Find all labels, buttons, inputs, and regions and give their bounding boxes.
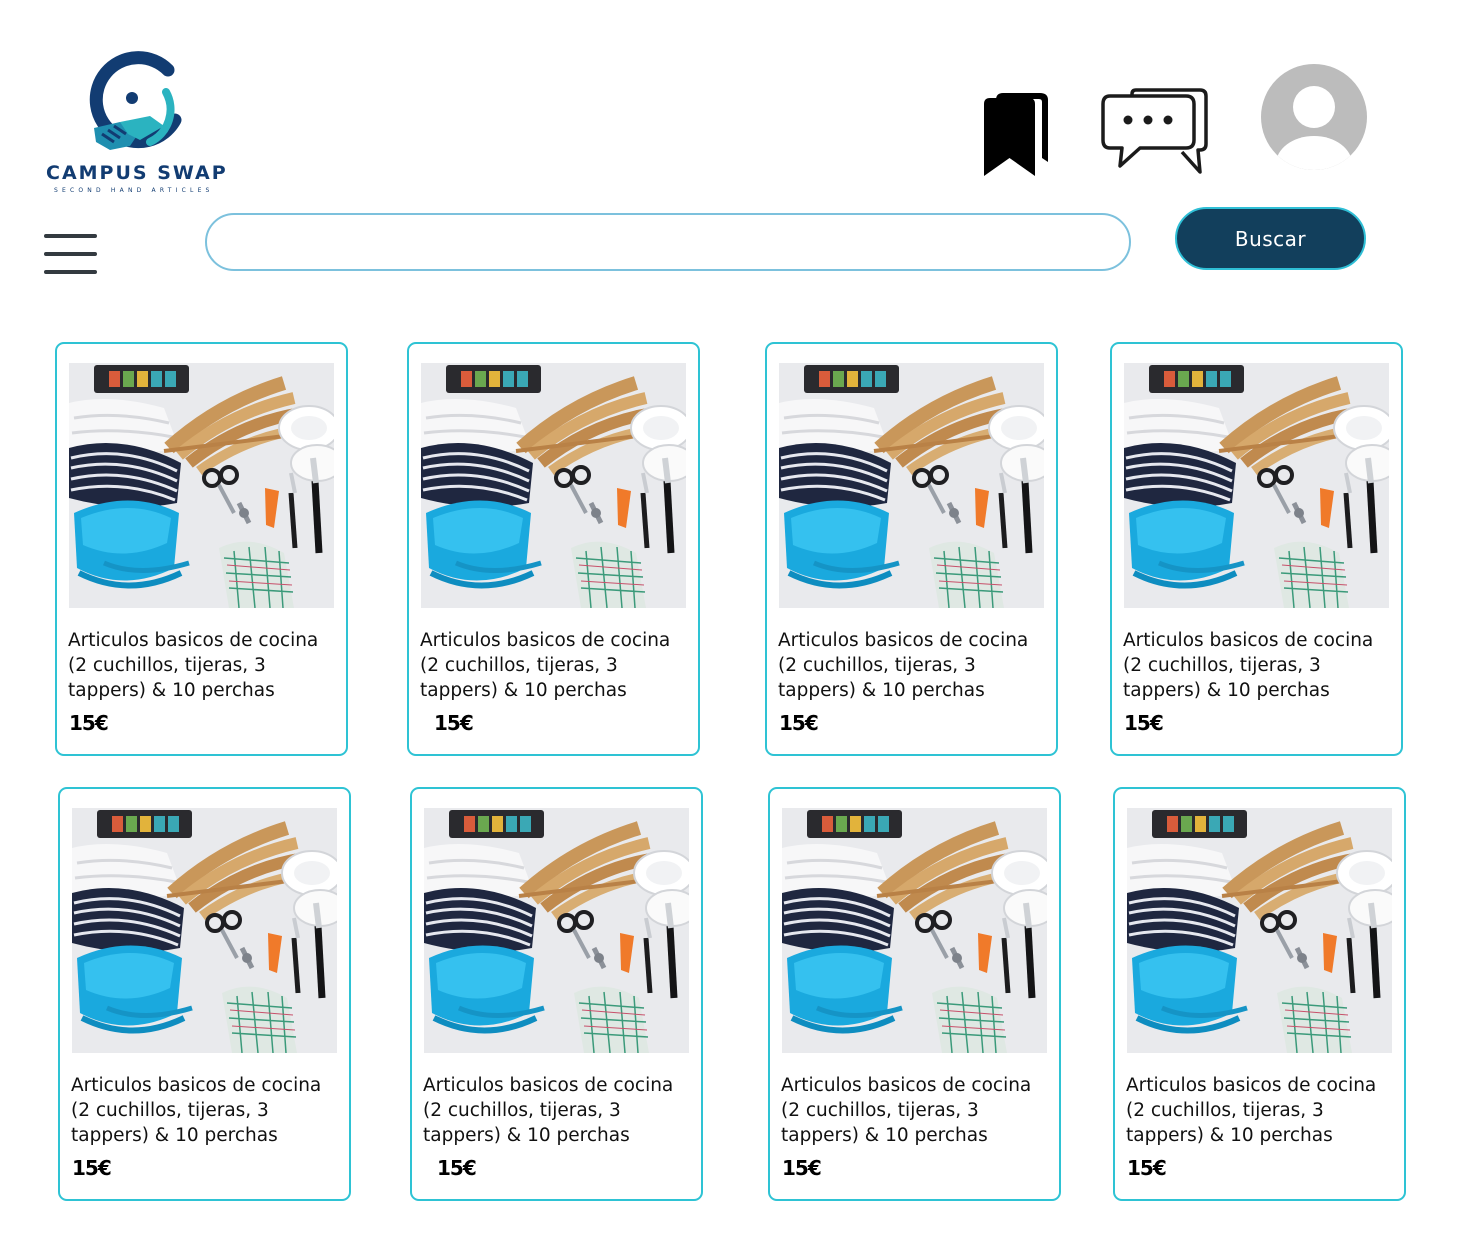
product-title: Articulos basicos de cocina (2 cuchillos…	[781, 1075, 1032, 1146]
product-card[interactable]: Articulos basicos de cocina (2 cuchillos…	[410, 787, 703, 1201]
product-image	[782, 808, 1047, 1053]
product-title: Articulos basicos de cocina (2 cuchillos…	[1126, 1075, 1377, 1146]
product-title: Articulos basicos de cocina (2 cuchillos…	[420, 630, 671, 701]
product-card[interactable]: Articulos basicos de cocina (2 cuchillos…	[58, 787, 351, 1201]
product-title: Articulos basicos de cocina (2 cuchillos…	[423, 1075, 674, 1146]
search-button[interactable]: Buscar	[1175, 207, 1366, 270]
product-price: 15€	[1124, 711, 1164, 735]
product-title: Articulos basicos de cocina (2 cuchillos…	[778, 630, 1029, 701]
hamburger-menu-button[interactable]	[44, 234, 98, 278]
product-price: 15€	[72, 1156, 112, 1180]
product-card[interactable]: Articulos basicos de cocina (2 cuchillos…	[765, 342, 1058, 756]
product-price: 15€	[434, 711, 474, 735]
user-avatar[interactable]	[1259, 64, 1369, 174]
product-price: 15€	[782, 1156, 822, 1180]
product-price: 15€	[69, 711, 109, 735]
campus-swap-logo[interactable]: CAMPUS SWAP SECOND HAND ARTICLES	[40, 50, 235, 200]
brand-name: CAMPUS SWAP	[46, 162, 228, 184]
user-avatar-icon	[1261, 64, 1367, 170]
product-card[interactable]: Articulos basicos de cocina (2 cuchillos…	[55, 342, 348, 756]
handshake-logo-icon	[89, 51, 182, 150]
product-image	[424, 808, 689, 1053]
bookmark-icon	[984, 93, 1048, 176]
product-title: Articulos basicos de cocina (2 cuchillos…	[68, 630, 319, 701]
product-card[interactable]: Articulos basicos de cocina (2 cuchillos…	[768, 787, 1061, 1201]
hamburger-menu-icon-line	[44, 252, 97, 256]
product-title: Articulos basicos de cocina (2 cuchillos…	[71, 1075, 322, 1146]
product-price: 15€	[437, 1156, 477, 1180]
hamburger-menu-icon-line	[44, 234, 97, 238]
product-image	[421, 363, 686, 608]
product-image	[1124, 363, 1389, 608]
search-input[interactable]	[205, 213, 1131, 271]
product-title: Articulos basicos de cocina (2 cuchillos…	[1123, 630, 1374, 701]
messages-button[interactable]	[1100, 86, 1210, 181]
product-price: 15€	[779, 711, 819, 735]
brand-tagline: SECOND HAND ARTICLES	[54, 187, 214, 194]
product-image	[69, 363, 334, 608]
product-price: 15€	[1127, 1156, 1167, 1180]
product-card[interactable]: Articulos basicos de cocina (2 cuchillos…	[407, 342, 700, 756]
chat-bubbles-icon	[1101, 88, 1208, 174]
hamburger-menu-icon-line	[44, 270, 97, 274]
product-card[interactable]: Articulos basicos de cocina (2 cuchillos…	[1110, 342, 1403, 756]
product-image	[72, 808, 337, 1053]
product-image	[1127, 808, 1392, 1053]
saved-items-button[interactable]	[982, 90, 1052, 180]
product-image	[779, 363, 1044, 608]
product-card[interactable]: Articulos basicos de cocina (2 cuchillos…	[1113, 787, 1406, 1201]
